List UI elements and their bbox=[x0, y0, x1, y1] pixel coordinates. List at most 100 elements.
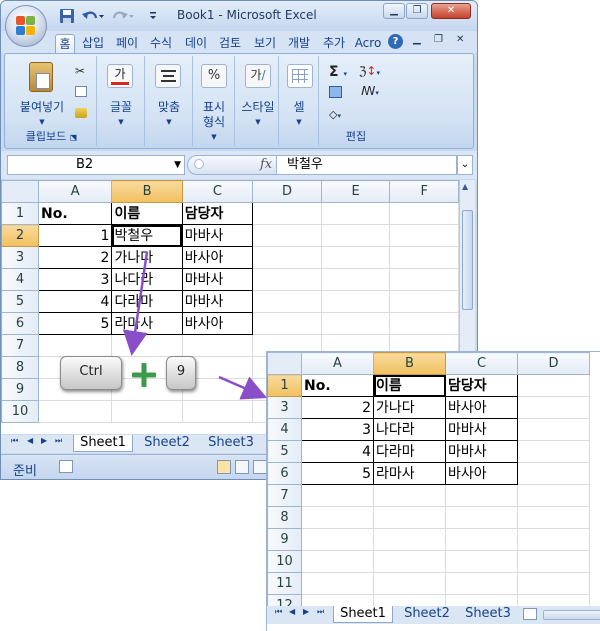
cell[interactable]: 다라마 bbox=[373, 440, 446, 463]
normal-view-icon[interactable] bbox=[217, 460, 231, 474]
cell-active[interactable]: 이름 bbox=[373, 374, 446, 397]
tab-formulas[interactable]: 수식 bbox=[147, 34, 175, 53]
first-sheet-icon[interactable]: ⏮ bbox=[275, 607, 282, 617]
cell[interactable] bbox=[252, 246, 322, 269]
cell[interactable]: 바사아 bbox=[445, 396, 518, 419]
cell-b3[interactable]: 가나다 bbox=[111, 246, 183, 269]
row-header[interactable]: 9 bbox=[1, 378, 40, 401]
close-button[interactable]: ✕ bbox=[431, 3, 471, 19]
cell[interactable] bbox=[320, 268, 391, 291]
sheet-tab-sheet1[interactable]: Sheet1 bbox=[333, 606, 393, 623]
row-header[interactable]: 7 bbox=[267, 484, 302, 507]
cell[interactable]: 5 bbox=[301, 462, 374, 485]
find-select-icon[interactable]: ꟿ▾ bbox=[361, 84, 379, 98]
style-button[interactable]: 스타일 ▼ bbox=[237, 100, 279, 130]
row-header[interactable]: 2 bbox=[1, 224, 40, 247]
cells-button[interactable]: 셀 ▼ bbox=[281, 100, 317, 130]
cell[interactable] bbox=[320, 246, 391, 269]
cell[interactable] bbox=[301, 572, 374, 595]
last-sheet-icon[interactable]: ⏭ bbox=[55, 436, 62, 446]
cell[interactable] bbox=[301, 550, 374, 573]
cell[interactable] bbox=[445, 550, 518, 573]
cell[interactable] bbox=[38, 334, 113, 357]
row-header[interactable]: 7 bbox=[1, 334, 40, 357]
cell-c1[interactable]: 담당자 bbox=[181, 202, 254, 225]
cell[interactable] bbox=[111, 400, 183, 423]
cell[interactable] bbox=[38, 400, 113, 423]
cell[interactable]: 가나다 bbox=[373, 396, 446, 419]
cell[interactable] bbox=[111, 334, 183, 357]
tab-addins[interactable]: 추가 bbox=[320, 34, 348, 53]
cell[interactable] bbox=[389, 202, 459, 225]
row-header[interactable]: 5 bbox=[1, 290, 40, 313]
sort-filter-icon[interactable]: ℨ↕▾ bbox=[359, 64, 380, 78]
row-header[interactable]: 6 bbox=[267, 462, 302, 485]
cell-b1[interactable]: 이름 bbox=[111, 202, 183, 225]
cell[interactable] bbox=[445, 506, 518, 529]
prev-sheet-icon[interactable]: ◀ bbox=[27, 436, 33, 445]
cell-b2-active[interactable]: 박철우 bbox=[111, 224, 183, 247]
cell-c3[interactable]: 바사아 bbox=[181, 246, 254, 269]
cell[interactable] bbox=[373, 572, 446, 595]
row-header[interactable]: 5 bbox=[267, 440, 302, 463]
office-button[interactable] bbox=[5, 5, 47, 47]
cell[interactable] bbox=[320, 202, 391, 225]
minimize-button[interactable]: ▁ bbox=[383, 3, 405, 19]
cell[interactable] bbox=[517, 550, 590, 573]
sheet-tab-sheet1[interactable]: Sheet1 bbox=[73, 435, 133, 452]
cell[interactable] bbox=[389, 268, 459, 291]
cell[interactable] bbox=[389, 312, 459, 335]
cell-c4[interactable]: 마바사 bbox=[181, 268, 254, 291]
sheet-tab-sheet3[interactable]: Sheet3 bbox=[459, 606, 517, 623]
cell-b4[interactable]: 나다라 bbox=[111, 268, 183, 291]
autosum-icon[interactable]: Σ ▾ bbox=[329, 64, 347, 80]
cell[interactable] bbox=[389, 290, 459, 313]
cell[interactable] bbox=[252, 224, 322, 247]
cell[interactable] bbox=[517, 506, 590, 529]
alignment-button[interactable]: 맞춤 ▼ bbox=[147, 100, 191, 130]
formula-input[interactable]: 박철우 bbox=[277, 155, 457, 175]
cell[interactable] bbox=[301, 506, 374, 529]
column-header-b[interactable]: B bbox=[111, 180, 183, 203]
fill-icon[interactable] bbox=[329, 86, 342, 98]
ribbon-restore-icon[interactable]: ❐ bbox=[434, 34, 443, 45]
cell-c5[interactable]: 마바사 bbox=[181, 290, 254, 313]
copy-icon[interactable] bbox=[75, 86, 87, 97]
insert-sheet-icon[interactable] bbox=[523, 608, 537, 620]
cell[interactable] bbox=[517, 374, 590, 397]
cell-b5[interactable]: 다라마 bbox=[111, 290, 183, 313]
row-header[interactable]: 10 bbox=[267, 550, 302, 573]
row-header[interactable]: 4 bbox=[1, 268, 40, 291]
tab-view[interactable]: 보기 bbox=[251, 34, 279, 53]
redo-icon[interactable] bbox=[111, 8, 135, 24]
tab-developer[interactable]: 개발 bbox=[285, 34, 313, 53]
scroll-thumb[interactable] bbox=[462, 210, 473, 310]
cell[interactable] bbox=[252, 312, 322, 335]
cell[interactable] bbox=[445, 528, 518, 551]
name-box-dropdown-icon[interactable]: ▼ bbox=[174, 156, 181, 174]
column-header-b[interactable]: B bbox=[373, 352, 446, 375]
cell[interactable] bbox=[320, 312, 391, 335]
insert-function-button[interactable]: fx bbox=[260, 157, 272, 172]
number-format-button[interactable]: 표시 형식 ▼ bbox=[195, 100, 233, 145]
cell[interactable] bbox=[517, 462, 590, 485]
font-button[interactable]: 글꼴 ▼ bbox=[99, 100, 143, 130]
name-box[interactable]: B2 ▼ bbox=[7, 155, 185, 175]
sheet-tab-sheet2[interactable]: Sheet2 bbox=[397, 606, 457, 623]
cell[interactable]: 나다라 bbox=[373, 418, 446, 441]
cell-a1[interactable]: No. bbox=[38, 202, 113, 225]
cell[interactable] bbox=[301, 528, 374, 551]
prev-sheet-icon[interactable]: ◀ bbox=[289, 607, 295, 616]
cell[interactable] bbox=[517, 396, 590, 419]
cell[interactable] bbox=[252, 290, 322, 313]
select-all-corner[interactable] bbox=[267, 352, 302, 375]
cell[interactable]: No. bbox=[301, 374, 374, 397]
row-header[interactable]: 9 bbox=[267, 528, 302, 551]
row-header[interactable]: 8 bbox=[1, 356, 40, 379]
next-sheet-icon[interactable]: ▶ bbox=[41, 436, 47, 445]
row-header[interactable]: 11 bbox=[267, 572, 302, 595]
cell[interactable] bbox=[320, 224, 391, 247]
cell[interactable] bbox=[181, 334, 254, 357]
cell[interactable]: 라마사 bbox=[373, 462, 446, 485]
cell[interactable]: 담당자 bbox=[445, 374, 518, 397]
